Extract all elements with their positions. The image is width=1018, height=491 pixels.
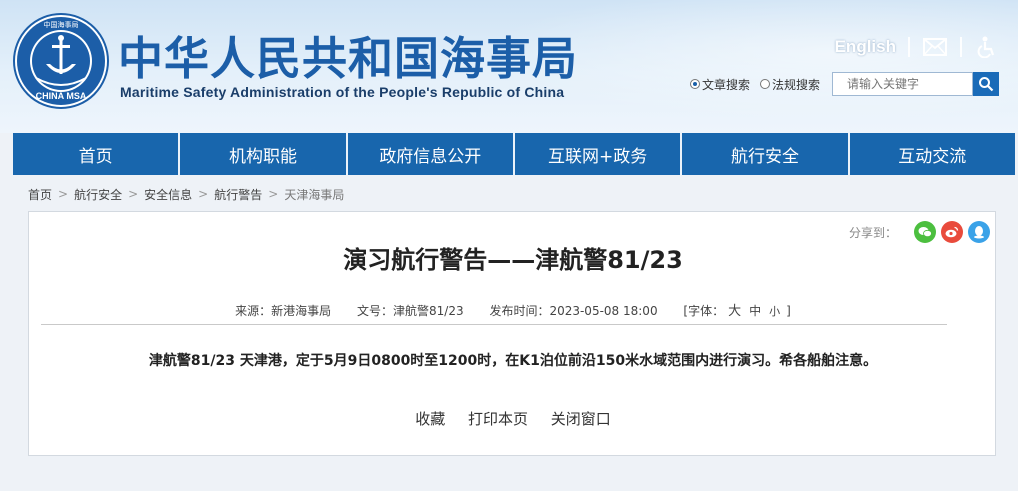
radio-dot[interactable]: [760, 79, 771, 89]
nav-interaction[interactable]: 互动交流: [850, 133, 1015, 175]
article-body: 津航警81/23 天津港，定于5月9日0800时至1200时，在K1泊位前沿15…: [148, 353, 878, 369]
site-title-cn: 中华人民共和国海事局: [118, 32, 579, 85]
font-size-large[interactable]: 大: [728, 304, 741, 319]
search-bar: 文章搜索 法规搜索: [690, 70, 1015, 98]
site-header: CHINA MSA 中国海事局 中华人民共和国海事局 Maritime Safe…: [0, 0, 1018, 133]
logo-text: CHINA MSA: [36, 91, 87, 101]
radio-law-search[interactable]: 法规搜索: [760, 76, 820, 93]
site-title-en: Maritime Safety Administration of the Pe…: [120, 84, 565, 100]
separator: [960, 37, 962, 57]
nav-navigation-safety[interactable]: 航行安全: [682, 133, 850, 175]
chevron-right-icon: >: [58, 187, 69, 201]
main-nav: 首页 机构职能 政府信息公开 互联网+政务 航行安全 互动交流: [13, 133, 1015, 175]
top-links: English: [835, 34, 1000, 60]
font-size-label: [字体：: [683, 304, 725, 318]
separator: [908, 37, 910, 57]
article-doc-number: 文号：津航警81/23: [357, 304, 464, 318]
article-actions: 收藏 打印本页 关闭窗口: [29, 408, 997, 429]
radio-law-label: 法规搜索: [772, 77, 821, 92]
article-meta: 来源：新港海事局 文号：津航警81/23 发布时间：2023-05-08 18:…: [29, 300, 997, 319]
breadcrumb-home[interactable]: 首页: [28, 186, 52, 203]
breadcrumb-tianjin-msa: 天津海事局: [284, 187, 345, 202]
font-size-bracket: ]: [786, 304, 791, 318]
nav-functions[interactable]: 机构职能: [180, 133, 348, 175]
nav-gov-info[interactable]: 政府信息公开: [348, 133, 515, 175]
chevron-right-icon: >: [198, 187, 209, 201]
msa-logo[interactable]: CHINA MSA 中国海事局: [12, 12, 110, 110]
mail-icon[interactable]: [922, 36, 948, 58]
chevron-right-icon: >: [268, 187, 279, 201]
font-size-small[interactable]: 小: [769, 305, 780, 318]
chevron-right-icon: >: [128, 187, 139, 201]
breadcrumb-navigation-safety[interactable]: 航行安全: [74, 186, 122, 203]
radio-dot-selected[interactable]: [690, 79, 700, 89]
accessibility-icon[interactable]: [974, 36, 1000, 58]
breadcrumb-safety-info[interactable]: 安全信息: [144, 186, 192, 203]
article-source: 来源：新港海事局: [235, 304, 332, 318]
search-icon: [979, 77, 994, 92]
article-title: 演习航行警告——津航警81/23: [343, 246, 683, 274]
share-label: 分享到：: [848, 225, 897, 240]
breadcrumb: 首页 > 航行安全 > 安全信息 > 航行警告 > 天津海事局: [28, 184, 344, 204]
search-button[interactable]: [973, 72, 1000, 96]
print-button[interactable]: 打印本页: [468, 410, 528, 428]
meta-divider: [41, 324, 947, 325]
nav-internet-gov[interactable]: 互联网+政务: [515, 133, 683, 175]
article-panel: 分享到： 演习航行警告——津航警81/23 来源：新港海事局 文号：津航警81/…: [28, 211, 996, 456]
collect-button[interactable]: 收藏: [415, 410, 445, 428]
article-publish-time: 发布时间：2023-05-08 18:00: [489, 304, 658, 318]
nav-home[interactable]: 首页: [13, 133, 181, 175]
english-link[interactable]: English: [835, 37, 896, 57]
radio-article-label: 文章搜索: [702, 77, 751, 92]
close-window-button[interactable]: 关闭窗口: [551, 410, 611, 428]
font-size-medium[interactable]: 中: [749, 304, 761, 318]
search-input[interactable]: [832, 72, 974, 96]
logo-top-text: 中国海事局: [44, 20, 79, 29]
radio-article-search[interactable]: 文章搜索: [690, 76, 750, 93]
breadcrumb-nav-warnings[interactable]: 航行警告: [214, 186, 262, 203]
